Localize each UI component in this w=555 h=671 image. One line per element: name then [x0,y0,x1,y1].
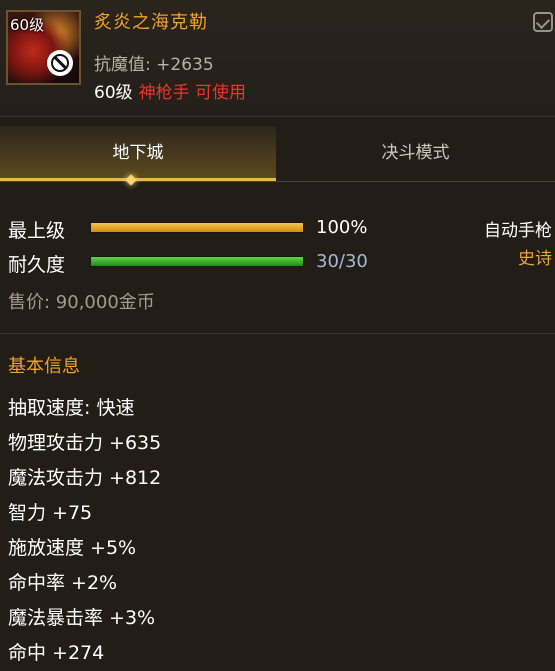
durability-value: 30/30 [316,251,368,272]
grade-label: 最上级 [8,220,66,242]
sell-price: 售价: 90,000金币 [8,292,155,313]
attribute-line: 命中 +274 [8,642,105,664]
attribute-line: 物理攻击力 +635 [8,432,162,454]
attribute-line: 智力 +75 [8,502,93,524]
required-class: 神枪手 可使用 [138,83,247,103]
grade-value: 100% [316,217,368,238]
attribute-line: 魔法攻击力 +812 [8,467,162,489]
section-title: 基本信息 [8,356,80,377]
requirement-row: 60级 神枪手 可使用 [94,78,246,103]
attribute-line: 施放速度 +5% [8,537,137,559]
item-header: 60级 炙炎之海克勒 抗魔值: +2635 60级 神枪手 可使用 [0,0,555,117]
level-badge: 60级 [10,16,45,34]
tab-dungeon[interactable]: 地下城 [0,126,276,181]
grade-bar-fill [91,223,303,232]
no-symbol-icon [47,50,73,76]
compare-icon[interactable] [533,12,553,32]
resist-value: 抗魔值: +2635 [94,55,214,75]
attribute-line: 命中率 +2% [8,572,118,594]
mode-tabs: 地下城 决斗模式 [0,126,555,182]
durability-bar [90,256,304,267]
divider [0,333,555,334]
durability-bar-fill [91,257,303,266]
weapon-type: 自动手枪 [484,221,552,241]
rarity-label: 史诗 [518,249,552,269]
attribute-line: 魔法暴击率 +3% [8,607,156,629]
attribute-line: 抽取速度: 快速 [8,397,135,419]
required-level: 60级 [94,83,133,103]
item-portrait-icon[interactable]: 60级 [6,10,81,85]
durability-label: 耐久度 [8,254,66,276]
grade-bar [90,222,304,233]
tab-duel[interactable]: 决斗模式 [276,126,555,181]
item-name: 炙炎之海克勒 [94,12,208,33]
